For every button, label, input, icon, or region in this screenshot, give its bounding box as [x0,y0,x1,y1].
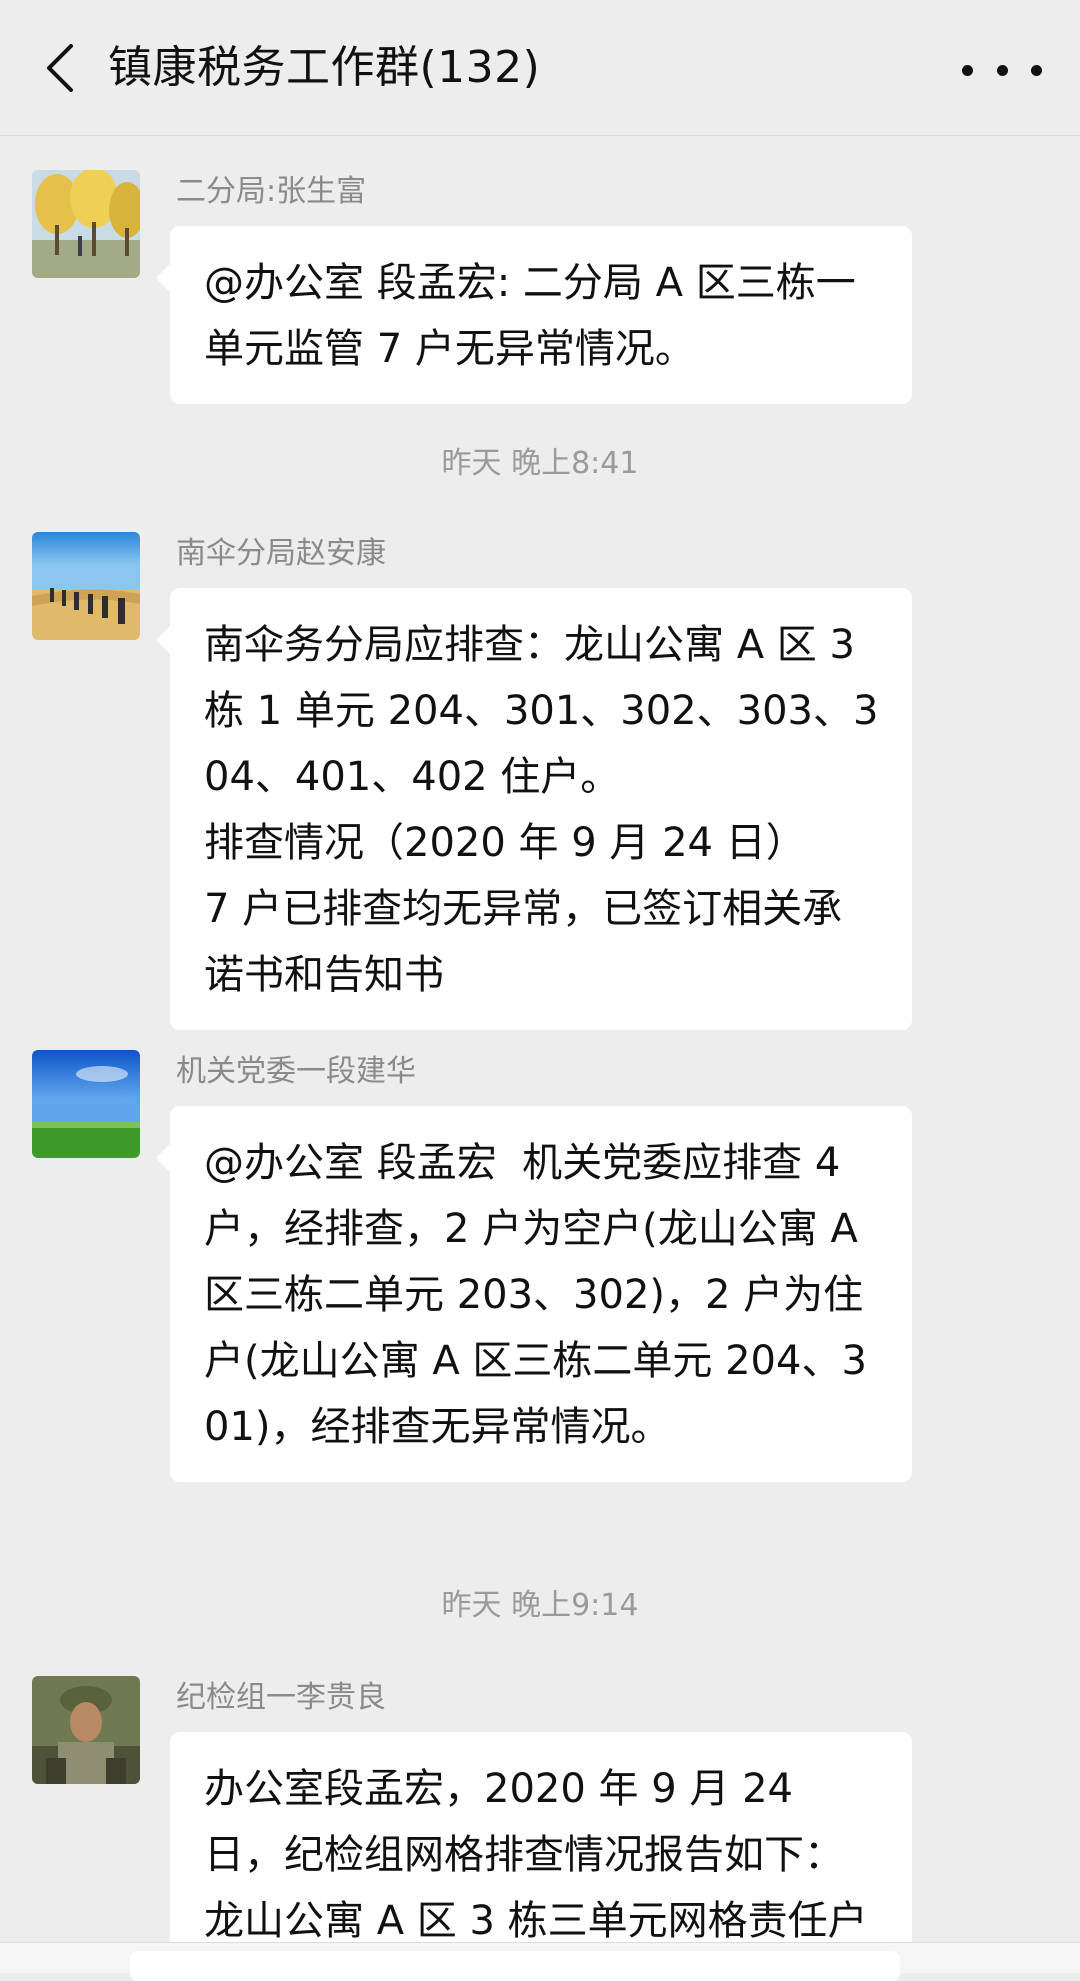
sender-name: 机关党委一段建华 [176,1054,416,1089]
avatar-blue-sky-field[interactable] [32,1050,140,1158]
more-button[interactable] [962,50,1042,90]
message-bubble[interactable]: 办公室段孟宏，2020 年 9 月 24 日，纪检组网格排查情况报告如下：龙山公… [170,1732,912,1942]
input-bar [0,1942,1080,1981]
sender-name: 二分局:张生富 [176,174,367,209]
more-horizontal-icon [962,64,973,76]
sender-name: 南伞分局赵安康 [176,536,386,571]
message-bubble[interactable]: @办公室 段孟宏 机关党委应排查 4 户，经排查，2 户为空户(龙山公寓 A 区… [156,1106,912,1482]
avatar-soldier[interactable] [32,1676,140,1784]
avatar-desert-hikers[interactable] [32,532,140,640]
chat-title: 镇康税务工作群(132) [108,42,541,93]
message-input[interactable] [130,1951,900,1981]
avatar-ginkgo-trees[interactable] [32,170,140,278]
chat-message-list[interactable]: 二分局:张生富 @办公室 段孟宏: 二分局 A 区三栋一单元监管 7 户无异常情… [0,136,1080,1942]
timestamp: 昨天 晚上8:41 [441,446,639,481]
message-bubble[interactable]: @办公室 段孟宏: 二分局 A 区三栋一单元监管 7 户无异常情况。 [156,226,912,404]
timestamp: 昨天 晚上9:14 [441,1588,639,1623]
chevron-left-icon [47,44,73,92]
message-bubble[interactable]: 南伞务分局应排查：龙山公寓 A 区 3 栋 1 单元 204、301、302、3… [156,588,912,1030]
chat-header: 镇康税务工作群(132) [0,0,1080,136]
back-button[interactable] [30,36,90,100]
sender-name: 纪检组一李贵良 [176,1680,386,1715]
